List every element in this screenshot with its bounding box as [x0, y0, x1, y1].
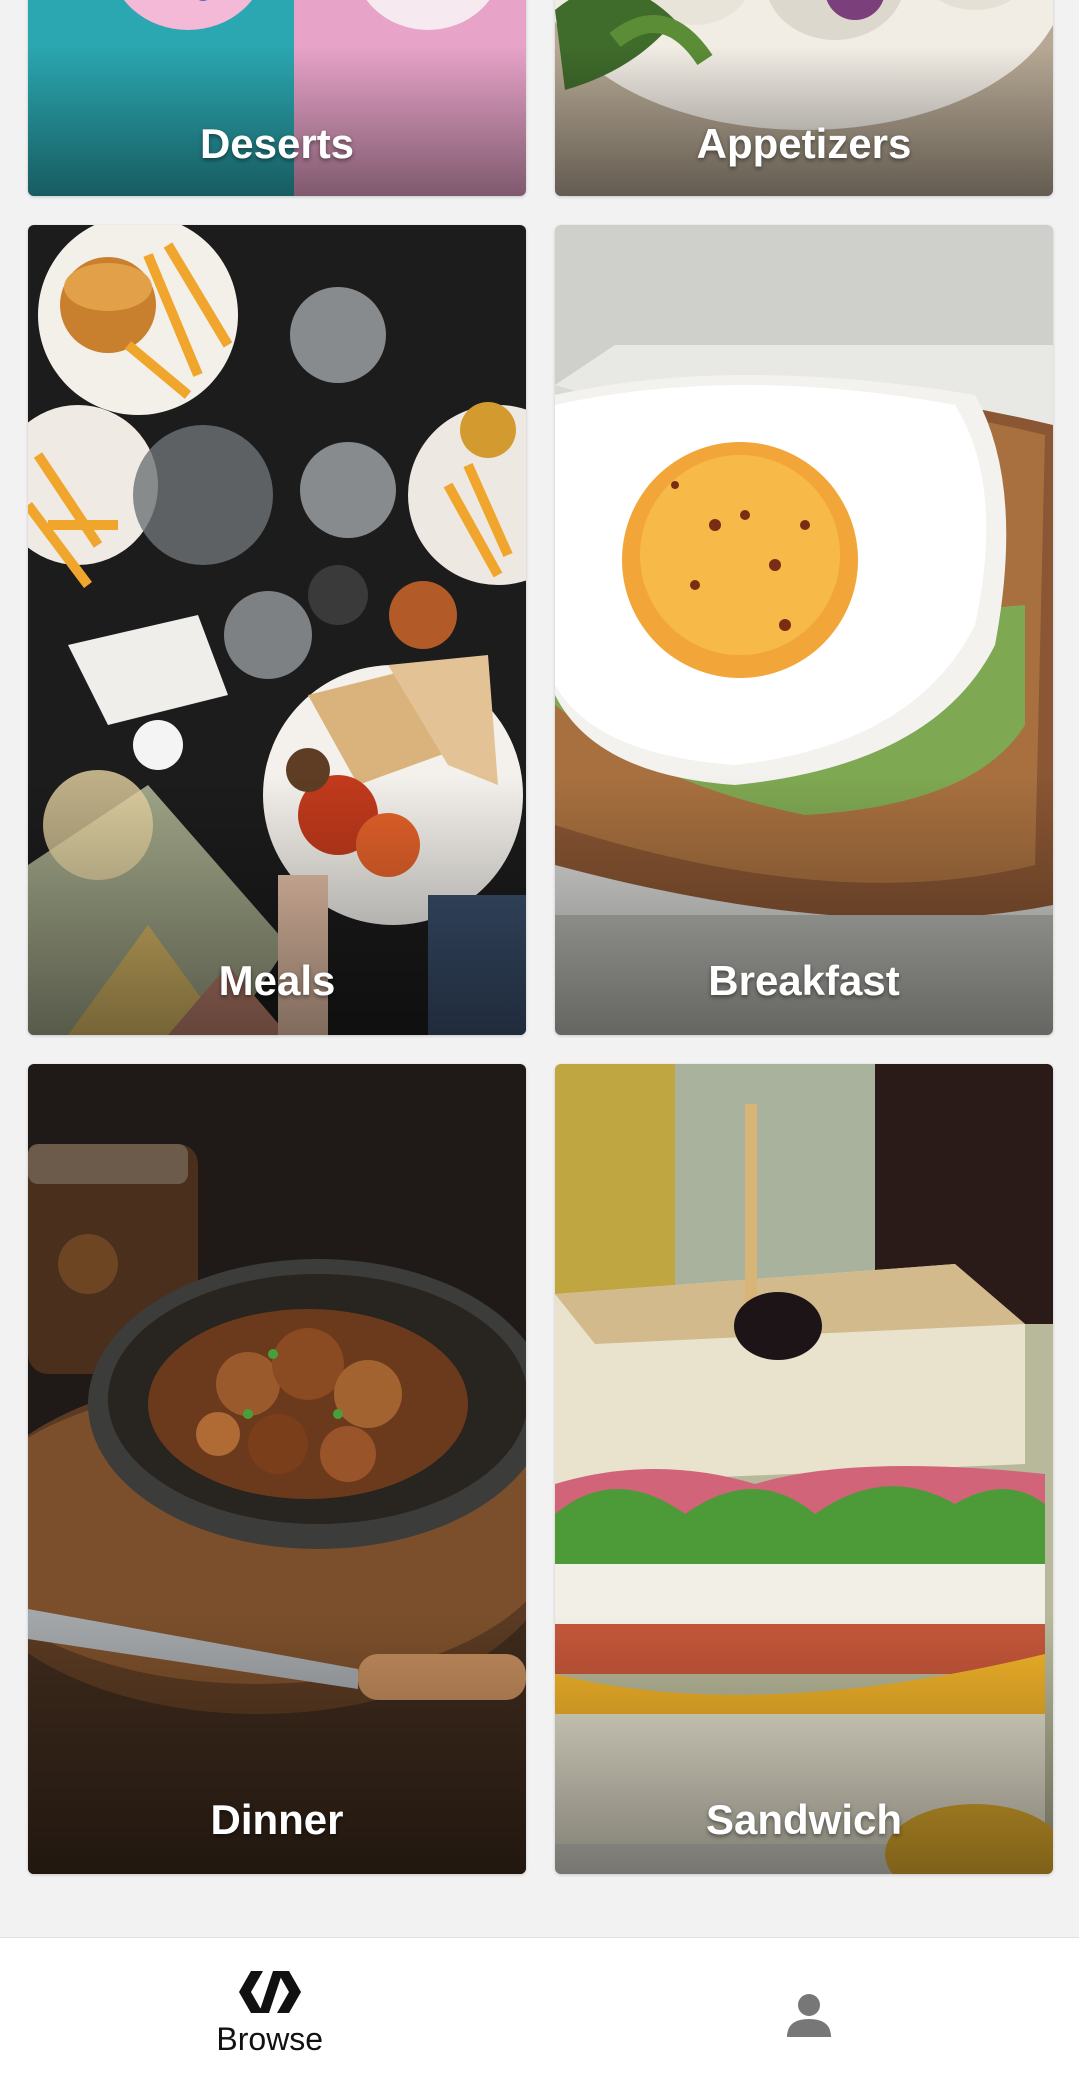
- category-grid: Deserts Appetizers Meals Breakfast Dinne…: [28, 0, 1053, 1874]
- browse-screen: Deserts Appetizers Meals Breakfast Dinne…: [0, 0, 1079, 2087]
- person-icon: [787, 1994, 832, 2037]
- category-card-breakfast[interactable]: Breakfast: [555, 225, 1053, 1035]
- nav-browse-label: Browse: [216, 2020, 324, 2057]
- category-label: Sandwich: [705, 1796, 903, 1843]
- category-card-appetizers[interactable]: Appetizers: [555, 0, 1053, 196]
- category-label: Appetizers: [696, 120, 912, 167]
- category-card-dinner[interactable]: Dinner: [28, 1064, 526, 1874]
- category-label: Breakfast: [708, 957, 900, 1004]
- polymer-icon: [238, 1970, 301, 2013]
- nav-profile[interactable]: [540, 1938, 1079, 2087]
- category-card-meals[interactable]: Meals: [28, 225, 526, 1035]
- category-label: Dinner: [210, 1796, 344, 1843]
- category-card-deserts[interactable]: Deserts: [28, 0, 526, 196]
- category-label: Meals: [218, 957, 336, 1004]
- bottom-navigation: Browse: [0, 1937, 1079, 2087]
- category-card-sandwich[interactable]: Sandwich: [555, 1064, 1053, 1874]
- category-label: Deserts: [199, 120, 355, 167]
- nav-browse[interactable]: Browse: [0, 1938, 540, 2087]
